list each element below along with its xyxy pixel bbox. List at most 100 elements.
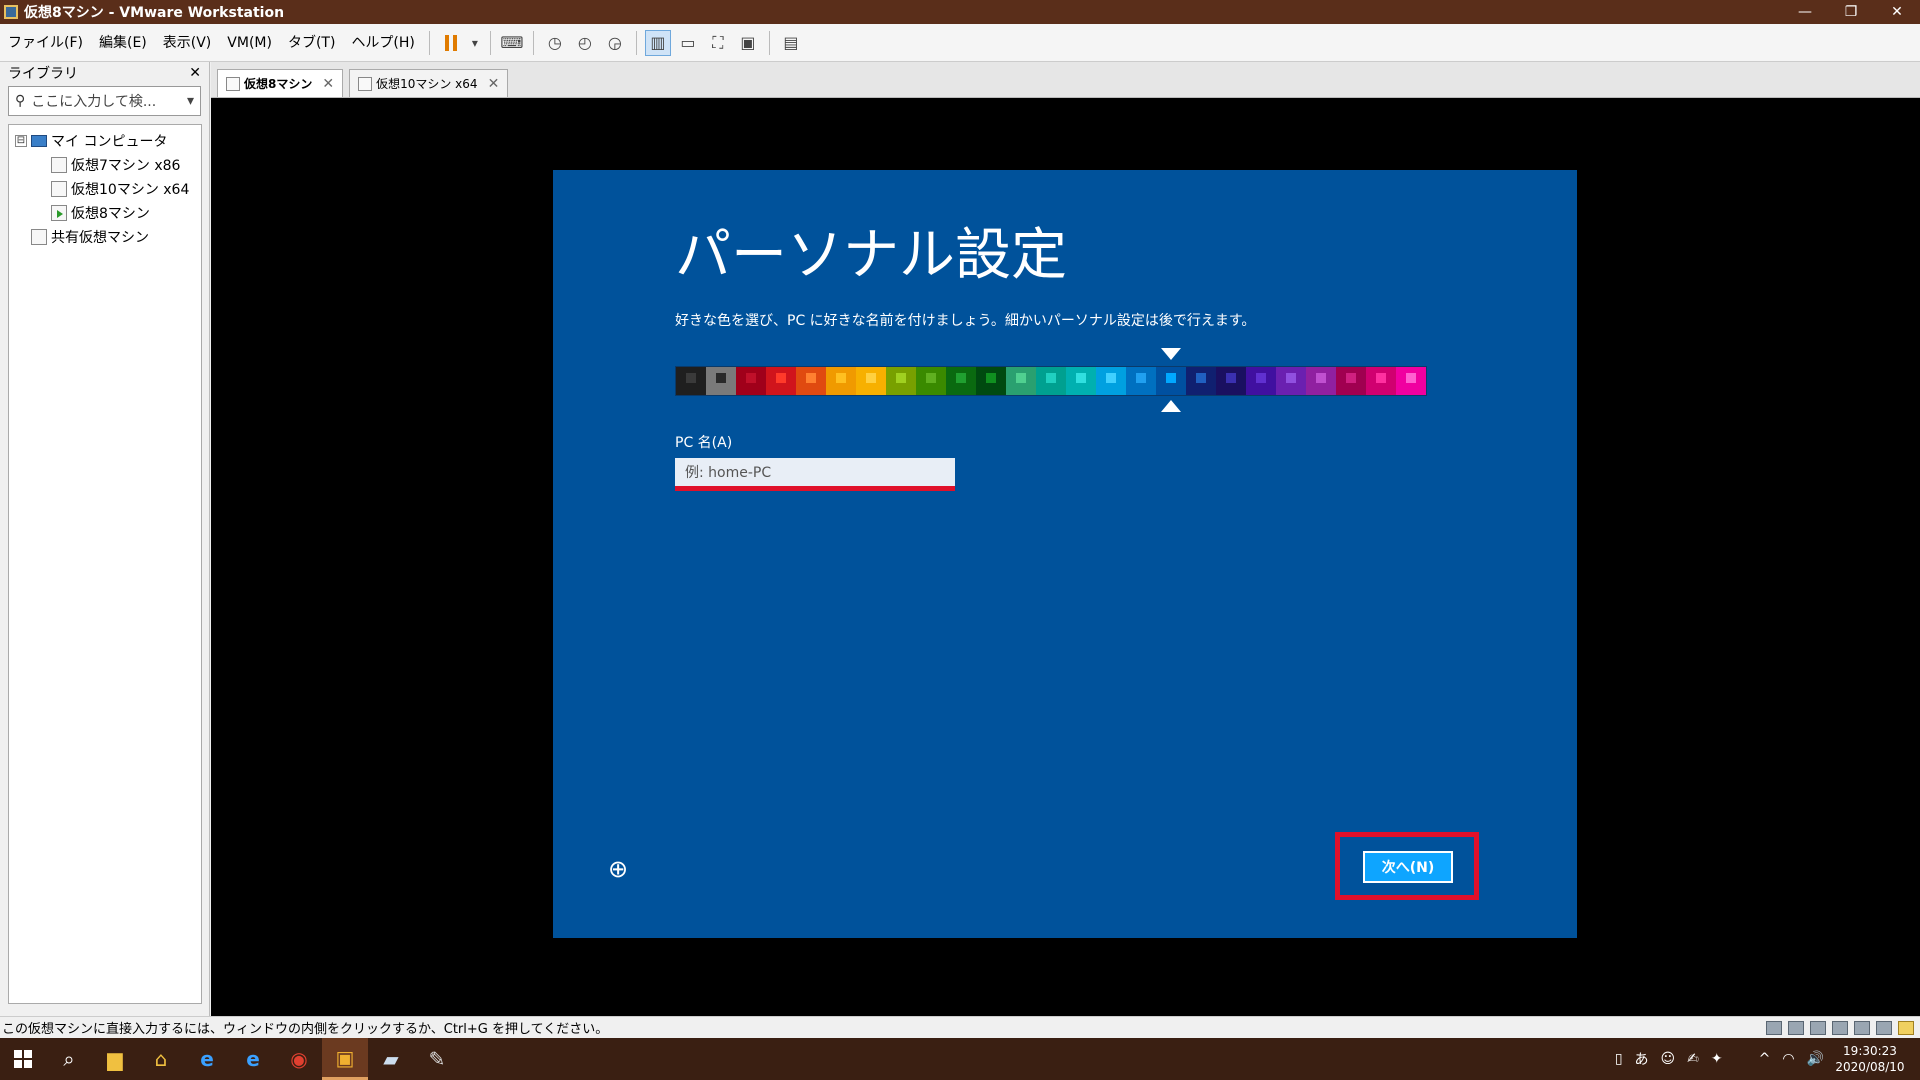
color-swatch-accent xyxy=(1196,373,1206,383)
menu-file[interactable]: ファイル(F) xyxy=(0,24,91,62)
color-swatch[interactable] xyxy=(946,367,976,395)
color-swatch[interactable] xyxy=(1366,367,1396,395)
close-button[interactable]: ✕ xyxy=(1874,0,1920,24)
tree-item-vm8[interactable]: 仮想8マシン xyxy=(9,201,201,225)
pause-button[interactable] xyxy=(438,30,464,56)
color-swatch[interactable] xyxy=(766,367,796,395)
printer-icon[interactable] xyxy=(1832,1020,1848,1035)
menu-edit[interactable]: 編集(E) xyxy=(91,24,155,62)
snapshot-button[interactable]: ◷ xyxy=(542,30,568,56)
restore-button[interactable]: ❐ xyxy=(1828,0,1874,24)
tray-overflow-chevron-icon[interactable]: ^ xyxy=(1759,1051,1771,1067)
thumbnail-bar-button[interactable]: ▭ xyxy=(675,30,701,56)
taskbar-search-button[interactable]: ⌕ xyxy=(46,1038,92,1080)
console-view-button[interactable]: ▤ xyxy=(778,30,804,56)
ime-toolbar-icon[interactable]: ▯ xyxy=(1615,1051,1623,1067)
taskbar-ie[interactable]: e xyxy=(184,1038,230,1080)
cd-dvd-icon[interactable] xyxy=(1788,1020,1804,1035)
ime-cat-icon[interactable]: ☺ xyxy=(1661,1051,1676,1067)
show-library-button[interactable]: ▥ xyxy=(644,29,671,56)
color-swatch[interactable] xyxy=(1006,367,1036,395)
tree-item-vm10[interactable]: 仮想10マシン x64 xyxy=(9,177,201,201)
network-adapter-icon[interactable] xyxy=(1810,1020,1826,1035)
vmware-window: 仮想8マシン - VMware Workstation — ❐ ✕ ファイル(F… xyxy=(0,0,1920,1080)
hard-disk-icon[interactable] xyxy=(1766,1020,1782,1035)
taskbar-store[interactable]: ⌂ xyxy=(138,1038,184,1080)
color-swatch[interactable] xyxy=(1036,367,1066,395)
vm-console[interactable]: パーソナル設定 好きな色を選び、PC に好きな名前を付けましょう。細かいパーソナ… xyxy=(211,98,1920,1016)
minimize-button[interactable]: — xyxy=(1782,0,1828,24)
color-swatch-accent xyxy=(1016,373,1026,383)
tab-vm8[interactable]: 仮想8マシン ✕ xyxy=(217,69,344,97)
library-search-input[interactable]: ⚲ ここに入力して検... ▾ xyxy=(8,86,201,116)
color-swatch[interactable] xyxy=(1246,367,1276,395)
menu-bar: ファイル(F) 編集(E) 表示(V) VM(M) タブ(T) ヘルプ(H) ▾… xyxy=(0,24,1920,62)
color-swatch[interactable] xyxy=(1186,367,1216,395)
taskbar-edge[interactable]: e xyxy=(230,1038,276,1080)
snapshot-manager-button[interactable]: ◶ xyxy=(602,30,628,56)
tree-item-shared-vms[interactable]: 共有仮想マシン xyxy=(9,225,201,249)
color-swatch[interactable] xyxy=(1276,367,1306,395)
taskbar-paint[interactable]: ✎ xyxy=(414,1038,460,1080)
ime-tools-icon[interactable]: ✍ xyxy=(1687,1051,1699,1067)
revert-snapshot-button[interactable]: ◴ xyxy=(572,30,598,56)
menu-tabs[interactable]: タブ(T) xyxy=(280,24,343,62)
collapse-icon[interactable]: ⊟ xyxy=(15,135,27,147)
color-swatch[interactable] xyxy=(1126,367,1156,395)
color-palette[interactable] xyxy=(675,366,1427,396)
next-button[interactable]: 次へ(N) xyxy=(1363,851,1453,883)
color-swatch[interactable] xyxy=(1066,367,1096,395)
taskbar-notepad[interactable]: ▰ xyxy=(368,1038,414,1080)
color-swatch[interactable] xyxy=(676,367,706,395)
tree-item-vm7[interactable]: 仮想7マシン x86 xyxy=(9,153,201,177)
ease-of-access-icon[interactable]: ⊕ xyxy=(605,856,631,882)
menu-view[interactable]: 表示(V) xyxy=(155,24,220,62)
color-swatch[interactable] xyxy=(706,367,736,395)
start-button[interactable] xyxy=(0,1038,46,1080)
volume-icon[interactable]: 🔊 xyxy=(1807,1051,1824,1067)
sound-card-icon[interactable] xyxy=(1876,1020,1892,1035)
full-screen-button[interactable]: ⛶ xyxy=(705,30,731,56)
taskbar-chrome[interactable]: ◉ xyxy=(276,1038,322,1080)
tab-vm10[interactable]: 仮想10マシン x64 ✕ xyxy=(349,69,509,97)
message-icon[interactable] xyxy=(1898,1020,1914,1035)
menu-vm[interactable]: VM(M) xyxy=(219,24,280,62)
color-swatch[interactable] xyxy=(796,367,826,395)
vm-icon xyxy=(51,181,67,197)
ime-mode-indicator[interactable]: あ xyxy=(1635,1049,1649,1069)
send-ctrl-alt-del-button[interactable]: ⌨ xyxy=(499,30,525,56)
power-dropdown[interactable]: ▾ xyxy=(468,30,482,56)
unity-button[interactable]: ▣ xyxy=(735,30,761,56)
taskbar-explorer[interactable]: ▆ xyxy=(92,1038,138,1080)
color-selector-bottom-arrow[interactable] xyxy=(1161,400,1182,412)
color-swatch[interactable] xyxy=(976,367,1006,395)
tab-close-icon[interactable]: ✕ xyxy=(488,76,500,92)
tab-close-icon[interactable]: ✕ xyxy=(322,76,334,92)
library-close-icon[interactable]: ✕ xyxy=(189,65,201,81)
color-swatch[interactable] xyxy=(1156,367,1186,395)
pc-name-input[interactable]: 例: home-PC xyxy=(675,458,955,486)
taskbar-vmware[interactable]: ▣ xyxy=(322,1038,368,1080)
chevron-down-icon[interactable]: ▾ xyxy=(187,93,194,109)
color-swatch[interactable] xyxy=(886,367,916,395)
ime-dictionary-icon[interactable]: ✦ xyxy=(1711,1051,1723,1067)
network-wifi-icon[interactable]: ◠ xyxy=(1782,1051,1794,1067)
color-swatch[interactable] xyxy=(736,367,766,395)
color-swatch[interactable] xyxy=(826,367,856,395)
running-vm-icon xyxy=(51,205,67,221)
color-swatch[interactable] xyxy=(1306,367,1336,395)
tree-item-label: 仮想7マシン x86 xyxy=(71,158,181,174)
color-swatch[interactable] xyxy=(916,367,946,395)
usb-icon[interactable] xyxy=(1854,1020,1870,1035)
menu-help[interactable]: ヘルプ(H) xyxy=(343,24,422,62)
color-swatch[interactable] xyxy=(1396,367,1426,395)
color-swatch-accent xyxy=(716,373,726,383)
tree-item-my-computer[interactable]: ⊟ マイ コンピュータ xyxy=(9,129,201,153)
tree-item-label: 仮想8マシン xyxy=(71,206,150,222)
color-swatch[interactable] xyxy=(1336,367,1366,395)
taskbar-clock[interactable]: 19:30:23 2020/08/10 xyxy=(1830,1043,1910,1075)
windows-setup-screen[interactable]: パーソナル設定 好きな色を選び、PC に好きな名前を付けましょう。細かいパーソナ… xyxy=(553,170,1577,938)
color-swatch[interactable] xyxy=(856,367,886,395)
color-swatch[interactable] xyxy=(1096,367,1126,395)
color-swatch[interactable] xyxy=(1216,367,1246,395)
